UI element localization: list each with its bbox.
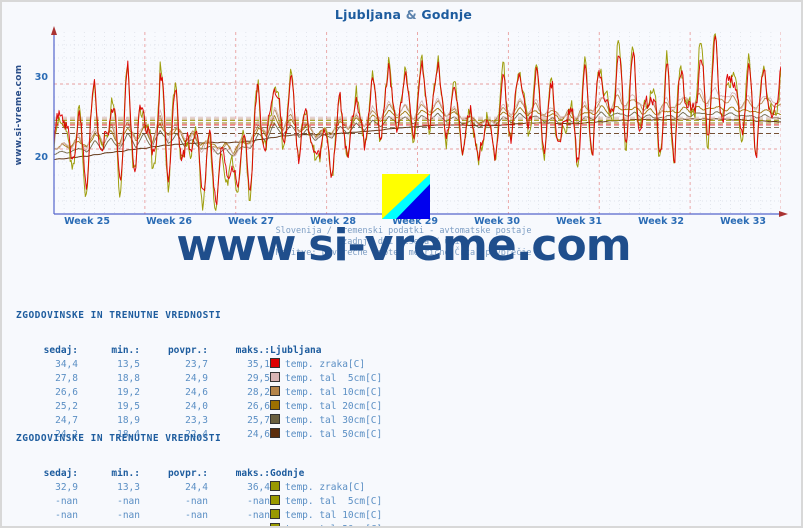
legend-b-col-maks: maks.:	[235, 468, 270, 479]
subtitle-line-2: zadnji dvi meseca / uri.	[342, 237, 465, 247]
legend-b-col-min: min.:	[111, 468, 140, 479]
legend-value-povpr: -nan	[185, 509, 208, 521]
legend-row: 26,6 19,2 24,6 28,2 temp. tal 10cm[C]	[16, 386, 382, 400]
legend-series-label: temp. tal 5cm[C]	[270, 495, 382, 509]
legend-color-swatch-icon	[270, 386, 280, 396]
legend-series-label: temp. tal 10cm[C]	[270, 386, 382, 400]
legend-row: 32,9 13,3 24,4 36,4 temp. zraka[C]	[16, 481, 382, 495]
legend-b-table: sedaj: min.: povpr.: maks.: Godnje 32,9 1…	[16, 468, 382, 527]
legend-value-maks: 29,5	[247, 372, 270, 384]
legend-value-sedaj: 26,6	[55, 386, 78, 398]
legend-series-label: temp. zraka[C]	[270, 358, 382, 372]
chart-page: Ljubljana & Godnje www.si-vreme.com 30 2…	[0, 0, 803, 528]
legend-value-maks: 28,2	[247, 386, 270, 398]
title-station-a: Ljubljana	[334, 7, 402, 22]
legend-a-col-sedaj: sedaj:	[43, 345, 78, 356]
legend-value-min: -nan	[117, 509, 140, 521]
legend-value-povpr: -nan	[140, 523, 208, 527]
legend-value-povpr: 24,4	[185, 481, 208, 493]
legend-color-swatch-icon	[270, 495, 280, 505]
legend-value-maks: -nan	[247, 495, 270, 507]
legend-color-swatch-icon	[270, 523, 280, 526]
y-tick-30: 30	[34, 72, 48, 83]
legend-value-min: -nan	[78, 523, 140, 527]
legend-value-sedaj: -nan	[55, 495, 78, 507]
si-vreme-logo-icon	[382, 174, 430, 219]
legend-color-swatch-icon	[270, 358, 280, 368]
page-title: Ljubljana & Godnje	[2, 7, 801, 22]
legend-b-heading: ZGODOVINSKE IN TRENUTNE VREDNOSTI	[16, 433, 222, 444]
legend-value-sedaj: 34,4	[55, 358, 78, 370]
title-station-b: Godnje	[421, 7, 473, 22]
subtitle-line-1: Slovenija / vremenski podatki - avtomats…	[275, 226, 532, 236]
legend-a-heading: ZGODOVINSKE IN TRENUTNE VREDNOSTI	[16, 310, 222, 321]
legend-value-min: 18,8	[117, 372, 140, 384]
legend-value-min: 13,3	[117, 481, 140, 493]
legend-value-sedaj: 27,8	[55, 372, 78, 384]
legend-row: -nan -nan -nan -nan temp. tal 5cm[C]	[16, 495, 382, 509]
legend-a-header-row: sedaj: min.: povpr.: maks.: Ljubljana	[16, 345, 382, 358]
legend-value-maks: 35,1	[247, 358, 270, 370]
legend-godnje: ZGODOVINSKE IN TRENUTNE VREDNOSTI sedaj:…	[16, 411, 382, 527]
legend-value-min: -nan	[117, 495, 140, 507]
legend-value-min: 13,5	[117, 358, 140, 370]
legend-value-min: 19,2	[117, 386, 140, 398]
legend-b-col-povpr: povpr.:	[167, 468, 208, 479]
legend-value-povpr: 24,6	[185, 386, 208, 398]
subtitle-block: Slovenija / vremenski podatki - avtomats…	[2, 226, 801, 259]
legend-value-sedaj: 32,9	[55, 481, 78, 493]
legend-color-swatch-icon	[270, 509, 280, 519]
legend-value-povpr: 24,9	[185, 372, 208, 384]
legend-a-col-min: min.:	[111, 345, 140, 356]
legend-series-label: temp. zraka[C]	[270, 481, 382, 495]
subtitle-line-3: Meritve: povprečne Enote: metrične Črta:…	[275, 248, 532, 258]
legend-row: 27,8 18,8 24,9 29,5 temp. tal 5cm[C]	[16, 372, 382, 386]
legend-a-col-maks: maks.:	[235, 345, 270, 356]
legend-color-swatch-icon	[270, 481, 280, 491]
legend-a-station: Ljubljana	[270, 345, 322, 356]
legend-value-povpr: 23,7	[185, 358, 208, 370]
legend-value-povpr: -nan	[185, 495, 208, 507]
legend-series-label: temp. tal 10cm[C]	[270, 509, 382, 523]
title-separator: &	[405, 7, 417, 22]
legend-value-sedaj: -nan	[55, 509, 78, 521]
legend-row: -nan -nan -nan -nan temp. tal 10cm[C]	[16, 509, 382, 523]
legend-value-maks: -nan	[208, 523, 270, 527]
legend-series-label: temp. tal 5cm[C]	[270, 372, 382, 386]
legend-value-sedaj: -nan	[16, 523, 78, 527]
legend-color-swatch-icon	[270, 372, 280, 382]
legend-a-col-povpr: povpr.:	[167, 345, 208, 356]
legend-row: 34,4 13,5 23,7 35,1 temp. zraka[C]	[16, 358, 382, 372]
legend-b-station: Godnje	[270, 468, 305, 479]
legend-row: -nan-nan-nan-nantemp. tal 20cm[C]	[16, 523, 382, 527]
legend-color-swatch-icon	[270, 400, 280, 410]
legend-value-maks: 36,4	[247, 481, 270, 493]
legend-b-col-sedaj: sedaj:	[43, 468, 78, 479]
y-tick-20: 20	[34, 152, 48, 163]
legend-b-header-row: sedaj: min.: povpr.: maks.: Godnje	[16, 468, 382, 481]
legend-value-maks: -nan	[247, 509, 270, 521]
legend-series-label: temp. tal 20cm[C]	[270, 523, 382, 526]
